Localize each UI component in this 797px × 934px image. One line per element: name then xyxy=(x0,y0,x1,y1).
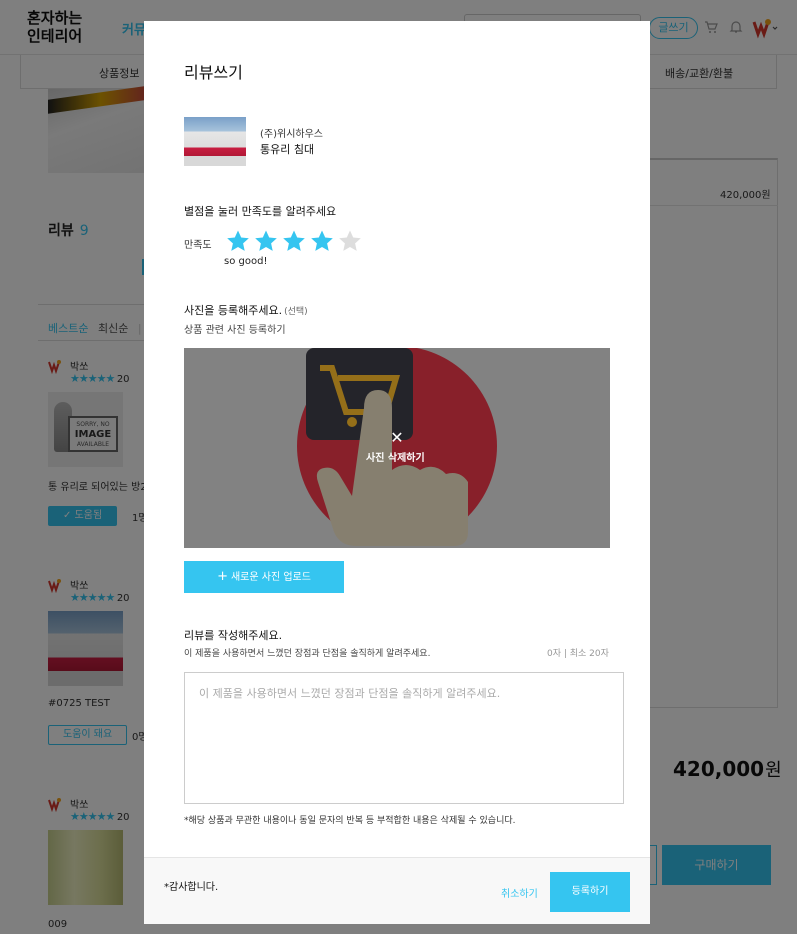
modal-footer: *감사합니다. 취소하기 등록하기 xyxy=(144,857,650,924)
thanks-text: *감사합니다. xyxy=(164,882,219,893)
modal-title: 리뷰쓰기 xyxy=(184,63,243,82)
star-icon[interactable] xyxy=(310,229,334,253)
photo-optional-label: (선택) xyxy=(284,307,308,317)
review-textarea[interactable] xyxy=(184,672,624,804)
star-icon[interactable] xyxy=(282,229,306,253)
review-write-modal: 리뷰쓰기 (주)위시하우스 통유리 침대 별점을 눌러 만족도를 알려주세요 만… xyxy=(144,21,650,924)
photo-title-text: 사진을 등록해주세요. xyxy=(184,304,283,317)
rating-stars xyxy=(226,229,366,255)
product-name: 통유리 침대 xyxy=(260,143,315,156)
plus-icon: + xyxy=(217,569,228,584)
cancel-button[interactable]: 취소하기 xyxy=(501,885,538,900)
close-icon[interactable]: ✕ xyxy=(389,430,405,446)
character-counter: 0자 | 최소 20자 xyxy=(547,649,609,659)
upload-new-photo-button[interactable]: + 새로운 사진 업로드 xyxy=(184,561,344,593)
product-thumbnail xyxy=(184,117,246,166)
uploaded-photo-preview[interactable]: ✕ 사진 삭제하기 xyxy=(184,348,610,548)
write-section-title: 리뷰를 작성해주세요. xyxy=(184,629,283,642)
star-icon[interactable] xyxy=(338,229,362,253)
rating-text: so good! xyxy=(224,256,268,267)
product-brand: (주)위시하우스 xyxy=(260,129,324,140)
rating-title: 별점을 눌러 만족도를 알려주세요 xyxy=(184,205,337,218)
photo-section-title: 사진을 등록해주세요. (선택) xyxy=(184,302,308,318)
write-section-subtitle: 이 제품을 사용하면서 느꼈던 장점과 단점을 솔직하게 알려주세요. xyxy=(184,649,431,659)
rating-label: 만족도 xyxy=(184,240,212,251)
star-icon[interactable] xyxy=(226,229,250,253)
review-notice: *해당 상품과 무관한 내용이나 동일 문자의 반복 등 부적합한 내용은 삭제… xyxy=(184,816,516,826)
upload-button-label: 새로운 사진 업로드 xyxy=(230,572,311,583)
delete-photo-button[interactable]: 사진 삭제하기 xyxy=(366,449,425,464)
photo-subtitle: 상품 관련 사진 등록하기 xyxy=(184,325,286,336)
photo-hover-overlay xyxy=(184,348,610,548)
star-icon[interactable] xyxy=(254,229,278,253)
submit-button[interactable]: 등록하기 xyxy=(550,872,630,912)
